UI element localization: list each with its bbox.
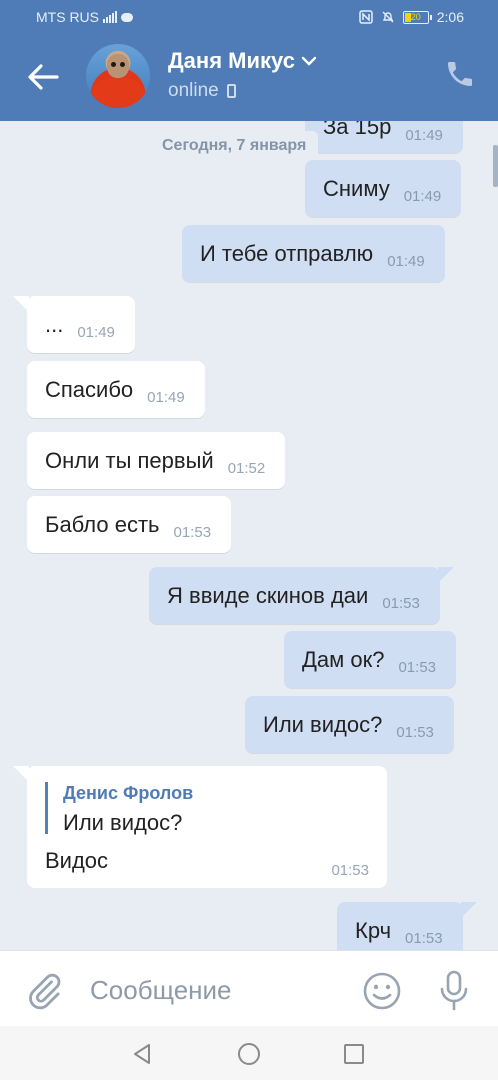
message-time: 01:53 (396, 724, 434, 741)
attach-button[interactable] (24, 971, 64, 1011)
signal-icon (103, 11, 117, 23)
status-right: 20 2:06 (359, 9, 464, 25)
message-text: Спасибо (45, 376, 134, 402)
phone-icon (448, 62, 472, 86)
status-bar: MTS RUS 20 2:06 (0, 0, 498, 34)
message-outgoing[interactable]: Сниму 01:49 (305, 160, 462, 217)
clock: 2:06 (436, 9, 464, 25)
message-time: 01:53 (382, 595, 420, 612)
message-text: Онли ты первый (45, 447, 214, 473)
message-outgoing[interactable]: Я ввиде скинов даи 01:53 (149, 567, 454, 624)
bubble-tail (437, 567, 454, 583)
message-outgoing[interactable]: Крч 01:53 (337, 902, 477, 950)
avatar-eye-left (111, 62, 116, 67)
message-time: 01:49 (77, 324, 115, 341)
triangle-back-icon (134, 1044, 150, 1064)
message-incoming[interactable]: Онли ты первый 01:52 (27, 432, 286, 489)
bubble-tail (460, 902, 477, 918)
battery-level: 20 (410, 12, 421, 22)
message-text: Крч (355, 917, 392, 943)
message-time: 01:53 (173, 524, 212, 541)
message-incoming[interactable]: ... 01:49 (13, 296, 135, 353)
emoji-button[interactable] (362, 971, 402, 1011)
chat-header: MTS RUS 20 2:06 Даня Микус online (0, 0, 498, 121)
system-navigation-bar (0, 1026, 498, 1080)
back-button[interactable] (24, 60, 62, 94)
peer-name-text: Даня Микус (168, 48, 295, 73)
message-time: 01:49 (147, 389, 185, 406)
composer: Сообщение (0, 950, 498, 1026)
battery-icon: 20 (402, 10, 432, 24)
message-text: Или видос? (263, 711, 383, 737)
mobile-device-icon (226, 84, 236, 98)
message-notification-icon (121, 12, 133, 22)
scrollbar[interactable] (493, 145, 498, 187)
voice-message-button[interactable] (434, 969, 474, 1013)
message-incoming[interactable]: Бабло есть 01:53 (27, 496, 232, 553)
arrow-left-icon (28, 64, 59, 90)
message-text: За 15р (323, 121, 392, 139)
quote-bar (45, 782, 48, 834)
message-outgoing[interactable]: Дам ок? 01:53 (284, 631, 457, 688)
paperclip-icon (29, 973, 61, 1010)
call-button[interactable] (444, 58, 478, 92)
message-outgoing[interactable]: И тебе отправлю 01:49 (182, 225, 445, 282)
message-time: 01:53 (405, 930, 443, 947)
avatar-face (107, 54, 129, 78)
message-text: Видос (45, 848, 109, 873)
nav-home-button[interactable] (237, 1042, 261, 1066)
carrier-name: MTS RUS (36, 9, 99, 25)
nav-recents-button[interactable] (343, 1043, 365, 1065)
peer-name[interactable]: Даня Микус (168, 48, 317, 74)
quoted-text: Или видос? (63, 810, 183, 835)
message-text: Сниму (323, 175, 390, 201)
message-text: Бабло есть (45, 511, 160, 537)
message-time: 01:49 (405, 126, 443, 144)
avatar-eye-right (120, 62, 125, 67)
message-text: ... (45, 311, 64, 337)
message-text: Дам ок? (302, 646, 385, 672)
message-outgoing[interactable]: За 15р 01:49 (305, 121, 463, 153)
peer-status-text: online (168, 80, 219, 101)
message-time: 01:52 (227, 460, 266, 477)
nav-back-button[interactable] (130, 1042, 154, 1066)
avatar[interactable] (86, 44, 150, 108)
message-input[interactable]: Сообщение (90, 971, 340, 1009)
message-outgoing[interactable]: Или видос? 01:53 (245, 696, 454, 753)
message-time: 01:49 (403, 188, 442, 205)
mute-bell-icon (382, 11, 394, 23)
nfc-icon (359, 10, 373, 24)
peer-status: online (168, 80, 236, 102)
message-time: 01:53 (331, 862, 369, 879)
message-text: Я ввиде скинов даи (167, 582, 369, 608)
date-separator: Сегодня, 7 января (150, 131, 319, 161)
smiley-icon (363, 972, 401, 1010)
square-recents-icon (344, 1044, 364, 1064)
bubble-tail (13, 296, 29, 312)
message-incoming[interactable]: Спасибо 01:49 (27, 361, 205, 418)
message-text: И тебе отправлю (200, 240, 374, 266)
message-time: 01:49 (387, 253, 425, 270)
circle-home-icon (238, 1043, 260, 1065)
microphone-icon (440, 970, 468, 1011)
message-time: 01:53 (398, 659, 437, 676)
avatar-body (92, 78, 144, 108)
chevron-down-icon (301, 56, 317, 66)
bubble-tail (13, 766, 29, 782)
message-list[interactable]: За 15р 01:49 Сегодня, 7 января Сниму 01:… (0, 121, 498, 950)
carrier-group: MTS RUS (36, 9, 133, 25)
quoted-author[interactable]: Денис Фролов (63, 783, 193, 804)
message-incoming-reply[interactable]: Денис Фролов Или видос? Видос 01:53 (13, 766, 387, 888)
